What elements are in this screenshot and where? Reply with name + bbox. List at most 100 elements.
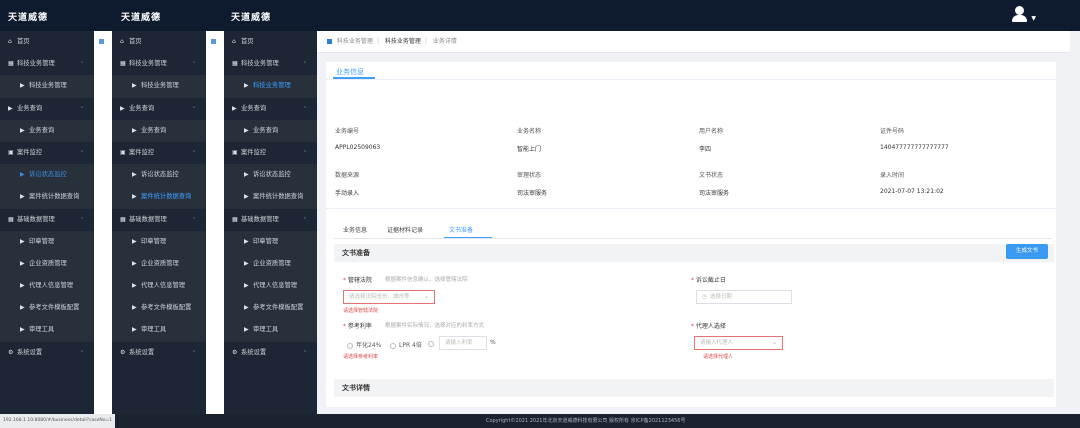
top-navbar: 天道威德 天道威德 天道威德 ▼: [0, 0, 1080, 31]
sidebar-item-bd-2[interactable]: ▶ 企业资质管理: [112, 252, 206, 276]
play-icon: ▶: [132, 304, 137, 312]
sidebar-item-monitor[interactable]: ▣ 案件监控 ⌃: [112, 141, 206, 165]
sidebar-item-home[interactable]: ⌂ 首页: [224, 31, 317, 54]
sidebar-item-label: 案件监控: [17, 148, 43, 156]
sidebar-item-biz-mgmt-sub[interactable]: ▶ 科技业务管理: [224, 75, 317, 98]
radio-rate-24[interactable]: 年化24%: [347, 340, 381, 349]
sidebar-item-bd-1[interactable]: ▶ 印章管理: [0, 230, 94, 253]
sidebar-item-monitor-2[interactable]: ▶ 案件统计数据查询: [0, 186, 94, 209]
sidebar-item-monitor-1[interactable]: ▶ 诉讼状态监控: [112, 164, 206, 187]
breadcrumb-icon: [327, 39, 332, 44]
sidebar-item-system[interactable]: ⚙ 系统设置 ⌃: [112, 341, 206, 364]
rate-error: 请选择参考利率: [343, 354, 379, 360]
sidebar-item-label: 代理人信息管理: [29, 282, 74, 290]
sidebar-item-bd-4[interactable]: ▶ 参考文件模板配置: [112, 297, 206, 320]
sidebar-item-bd-5[interactable]: ▶ 审理工具: [0, 319, 94, 342]
field-value: APPL02509063: [335, 144, 381, 151]
sidebar-item-bd-3[interactable]: ▶ 代理人信息管理: [224, 275, 317, 298]
field-value: 140477777777777777: [880, 144, 949, 151]
sidebar-item-monitor-1[interactable]: ▶ 诉讼状态监控: [224, 164, 317, 187]
sidebar-item-bd-1[interactable]: ▶ 印章管理: [224, 230, 317, 253]
sidebar-item-biz-query[interactable]: ▶ 业务查询 ⌃: [224, 97, 317, 120]
sidebar-item-label: 诉讼状态监控: [141, 171, 179, 179]
sidebar-item-label: 审理工具: [141, 326, 167, 334]
field-label: 录入时间: [880, 172, 905, 179]
section-title: 文书详情: [342, 384, 370, 392]
sidebar-item-biz-mgmt[interactable]: ▦ 科技业务管理 ⌃: [0, 53, 94, 76]
sidebar-item-home[interactable]: ⌂ 首页: [0, 31, 94, 54]
frame-divider: [206, 31, 224, 414]
agent-select[interactable]: 请输入代理人 ⌄: [694, 336, 783, 350]
sidebar-item-bd-4[interactable]: ▶ 参考文件模板配置: [224, 297, 317, 320]
tab-business-info[interactable]: 业务信息: [336, 67, 364, 77]
gear-icon: ⚙: [232, 348, 238, 356]
sidebar-item-label: 企业资质管理: [141, 259, 179, 267]
field-label: 业务名称: [517, 128, 542, 135]
sidebar-item-bd-2[interactable]: ▶ 企业资质管理: [224, 252, 317, 276]
breadcrumb-item[interactable]: 科技业务管理: [385, 31, 421, 53]
play-icon: ▶: [244, 304, 249, 312]
sidebar-item-biz-mgmt-sub[interactable]: ▶ 科技业务管理: [112, 75, 206, 98]
breadcrumb: 科技业务管理 | 科技业务管理 | 业务详情: [317, 31, 1080, 53]
sidebar-item-biz-query-sub[interactable]: ▶ 业务查询: [0, 119, 94, 142]
play-icon: ▶: [244, 193, 249, 201]
court-label: * 管辖法院: [343, 277, 372, 284]
sidebar-item-bd-4[interactable]: ▶ 参考文件模板配置: [0, 297, 94, 320]
court-select[interactable]: 请选择法院省份、城市等 ⌄: [343, 290, 435, 304]
tab-document-prep[interactable]: 文书准备: [449, 225, 473, 234]
tab-evidence-records[interactable]: 证据材料记录: [387, 225, 423, 234]
sidebar-menu: ⌂ 首页 ▦ 科技业务管理 ⌃ ▶ 科技业务管理 ▶ 业务查询 ⌃ ▶ 业务查询 ▣ 案件监控 ⌃ ▶ 诉讼状态…: [112, 31, 206, 414]
chevron-down-icon: ▼: [1031, 15, 1036, 22]
sidebar-item-biz-query-sub[interactable]: ▶ 业务查询: [224, 119, 317, 142]
sidebar-item-system[interactable]: ⚙ 系统设置 ⌃: [224, 341, 317, 364]
sidebar-item-biz-mgmt[interactable]: ▦ 科技业务管理 ⌃: [224, 53, 317, 76]
sidebar-item-monitor-1[interactable]: ▶ 诉讼状态监控: [0, 164, 94, 187]
sidebar-item-bd-5[interactable]: ▶ 审理工具: [224, 319, 317, 342]
deadline-date-picker[interactable]: ◷ 选择日期: [696, 290, 792, 304]
sidebar-item-label: 科技业务管理: [29, 82, 67, 90]
sidebar-item-monitor-2[interactable]: ▶ 案件统计数据查询: [224, 186, 317, 209]
sidebar-item-basedata[interactable]: ▦ 基础数据管理 ⌃: [224, 208, 317, 231]
gear-icon: ⚙: [120, 348, 126, 356]
sidebar-item-bd-5[interactable]: ▶ 审理工具: [112, 319, 206, 342]
sidebar-item-bd-2[interactable]: ▶ 企业资质管理: [0, 252, 94, 276]
status-url: 192.168.1.10:8080/#/business/detail?case…: [0, 414, 115, 428]
sidebar-item-bd-3[interactable]: ▶ 代理人信息管理: [0, 275, 94, 298]
play-icon: ▶: [20, 193, 25, 201]
sidebar-item-system[interactable]: ⚙ 系统设置 ⌃: [0, 341, 94, 364]
sidebar-item-biz-mgmt[interactable]: ▦ 科技业务管理 ⌃: [112, 53, 206, 76]
sidebar-item-bd-3[interactable]: ▶ 代理人信息管理: [112, 275, 206, 298]
sidebar-item-monitor-2[interactable]: ▶ 案件统计数据查询: [112, 186, 206, 209]
play-icon: ▶: [132, 171, 137, 179]
play-icon: ▶: [20, 237, 25, 245]
sidebar-item-basedata[interactable]: ▦ 基础数据管理 ⌃: [0, 208, 94, 231]
scrollbar[interactable]: [1070, 31, 1080, 414]
sidebar-item-biz-query-sub[interactable]: ▶ 业务查询: [112, 119, 206, 142]
field-label: 审理状态: [517, 172, 542, 179]
play-icon: ▶: [20, 304, 25, 312]
radio-rate-lpr[interactable]: LPR 4倍: [390, 340, 422, 349]
sidebar-item-biz-mgmt-sub[interactable]: ▶ 科技业务管理: [0, 75, 94, 98]
footer: Copyright©2021 2021年北京天道威德科技有限公司 版权所有 京I…: [0, 414, 1080, 428]
grid-icon: ▦: [120, 60, 126, 68]
sidebar-item-label: 业务查询: [253, 126, 279, 134]
rate-input[interactable]: 请输入利率: [439, 336, 487, 350]
sidebar-item-monitor[interactable]: ▣ 案件监控 ⌃: [224, 141, 317, 165]
generate-document-button[interactable]: 生成文书: [1006, 244, 1048, 259]
user-avatar[interactable]: ▼: [1010, 6, 1036, 24]
sidebar-item-biz-query[interactable]: ▶ 业务查询 ⌃: [0, 97, 94, 120]
sidebar-item-bd-1[interactable]: ▶ 印章管理: [112, 230, 206, 253]
sidebar-item-biz-query[interactable]: ▶ 业务查询 ⌃: [112, 97, 206, 120]
breadcrumb-item[interactable]: 科技业务管理: [337, 31, 373, 53]
sidebar-item-monitor[interactable]: ▣ 案件监控 ⌃: [0, 141, 94, 165]
sidebar-item-home[interactable]: ⌂ 首页: [112, 31, 206, 54]
sidebar-item-label: 代理人信息管理: [253, 282, 298, 290]
sidebar-item-label: 审理工具: [29, 326, 55, 334]
sidebar-item-basedata[interactable]: ▦ 基础数据管理 ⌃: [112, 208, 206, 231]
tab-business-info[interactable]: 业务信息: [343, 225, 367, 234]
play-icon: ▶: [132, 282, 137, 290]
sidebar-item-label: 首页: [241, 38, 254, 45]
home-icon: ⌂: [120, 38, 124, 45]
radio-rate-custom[interactable]: [428, 340, 437, 347]
gear-icon: ⚙: [8, 348, 14, 356]
